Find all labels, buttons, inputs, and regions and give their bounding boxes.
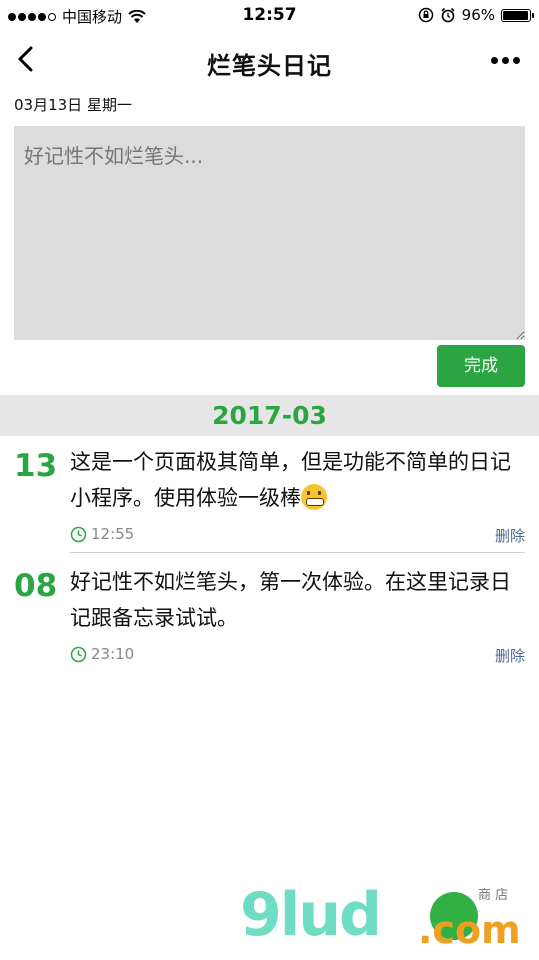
battery-percentage: 96% <box>461 6 495 24</box>
month-header: 2017-03 <box>0 395 539 436</box>
current-date: 03月13日 星期一 <box>14 96 132 114</box>
delete-button[interactable]: 删除 <box>495 525 525 546</box>
watermark-text: 9lud <box>240 880 382 950</box>
status-bar: 中国移动 12:57 96% <box>0 0 539 30</box>
navigation-bar: 烂笔头日记 <box>0 30 539 90</box>
done-button[interactable]: 完成 <box>437 345 525 387</box>
watermark-small-text: 商 店 <box>478 888 509 903</box>
diary-entry: 08 好记性不如烂笔头，第一次体验。在这里记录日记跟备忘录试试。 23:10 删… <box>0 556 539 674</box>
entry-time: 23:10 <box>91 645 135 663</box>
entry-divider <box>70 552 525 553</box>
delete-button[interactable]: 删除 <box>495 645 525 666</box>
grimacing-face-emoji-icon <box>301 484 327 510</box>
entry-meta: 23:10 <box>70 645 134 663</box>
orientation-lock-icon <box>418 7 433 23</box>
entry-text: 这是一个页面极其简单，但是功能不简单的日记小程序。使用体验一级棒 <box>70 444 520 516</box>
status-right: 96% <box>418 6 534 24</box>
watermark-suffix: .com <box>418 908 521 952</box>
entry-time: 12:55 <box>91 525 135 543</box>
entry-day: 13 <box>14 448 58 484</box>
diary-entry: 13 这是一个页面极其简单，但是功能不简单的日记小程序。使用体验一级棒 12:5… <box>0 436 539 554</box>
more-options-icon[interactable] <box>487 50 523 70</box>
entry-text-content: 这是一个页面极其简单，但是功能不简单的日记小程序。使用体验一级棒 <box>70 450 511 510</box>
entry-text: 好记性不如烂笔头，第一次体验。在这里记录日记跟备忘录试试。 <box>70 570 511 630</box>
site-watermark-logo: 9lud .com 商 店 <box>240 880 530 960</box>
battery-fill <box>503 10 528 20</box>
entry-meta: 12:55 <box>70 525 134 543</box>
clock-icon <box>70 646 87 662</box>
diary-input[interactable] <box>14 126 525 340</box>
page-title: 烂笔头日记 <box>207 52 332 80</box>
entry-day: 08 <box>14 568 58 604</box>
alarm-icon <box>441 7 455 23</box>
clock-icon <box>70 526 87 542</box>
battery-icon <box>501 8 534 22</box>
